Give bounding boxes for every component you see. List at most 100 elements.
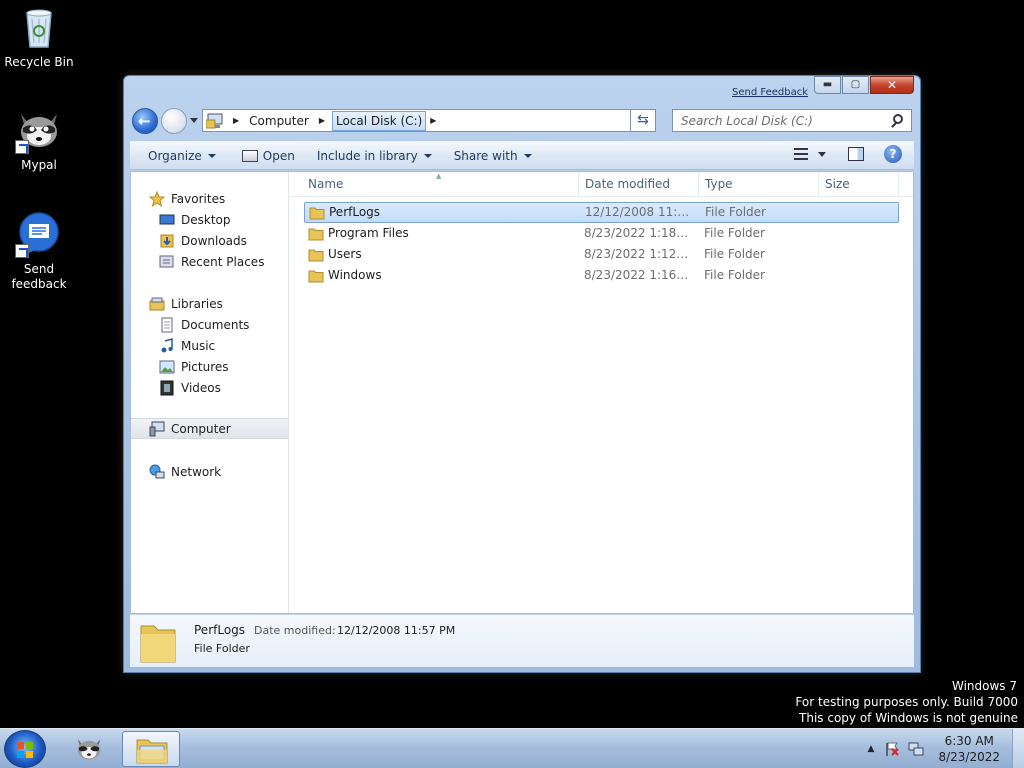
taskbar-windows-explorer[interactable] bbox=[122, 731, 180, 767]
pictures-icon bbox=[159, 359, 175, 375]
computer-icon bbox=[149, 421, 165, 437]
help-button[interactable]: ? bbox=[884, 145, 902, 163]
open-label: Open bbox=[262, 148, 295, 163]
action-center-flag-icon[interactable] bbox=[884, 741, 900, 757]
chevron-down-icon bbox=[423, 153, 432, 158]
taskbar: ▲ 6:30 AM 8/23/2022 bbox=[0, 728, 1024, 768]
file-row-perflogs[interactable]: PerfLogs 12/12/2008 11:57 ... File Folde… bbox=[304, 202, 899, 223]
nav-music[interactable]: Music bbox=[131, 335, 288, 356]
preview-pane-button[interactable] bbox=[848, 147, 864, 161]
folder-icon bbox=[309, 206, 325, 223]
nav-label: Pictures bbox=[181, 359, 229, 374]
nav-favorites[interactable]: Favorites bbox=[131, 188, 288, 209]
show-desktop-button[interactable] bbox=[1012, 729, 1024, 768]
nav-label: Desktop bbox=[181, 212, 231, 227]
nav-network[interactable]: Network bbox=[131, 461, 288, 482]
details-date-value: 12/12/2008 11:57 PM bbox=[337, 624, 456, 637]
column-header-size[interactable]: Size bbox=[819, 172, 899, 197]
file-date: 8/23/2022 1:12 PM bbox=[584, 247, 692, 261]
desktop-icon-mypal[interactable]: Mypal bbox=[0, 106, 78, 173]
star-icon bbox=[148, 190, 166, 207]
nav-pictures[interactable]: Pictures bbox=[131, 356, 288, 377]
breadcrumb-separator-icon[interactable]: ▶ bbox=[233, 116, 239, 125]
desktop-icon-label: Send feedback bbox=[11, 262, 67, 291]
desktop-icon bbox=[159, 212, 175, 228]
file-row-users[interactable]: Users 8/23/2022 1:12 PM File Folder bbox=[304, 245, 899, 266]
navigation-pane: Favorites Desktop Downloads Recent Place… bbox=[131, 172, 289, 613]
folder-icon bbox=[308, 248, 324, 265]
shortcut-arrow-icon bbox=[15, 140, 29, 154]
open-button[interactable]: Open bbox=[236, 145, 301, 167]
windows-logo-icon bbox=[17, 742, 34, 758]
downloads-icon bbox=[159, 233, 175, 249]
nav-libraries[interactable]: Libraries bbox=[131, 293, 288, 314]
breadcrumb-local-disk[interactable]: Local Disk (C:) bbox=[331, 110, 427, 131]
nav-label: Videos bbox=[181, 380, 221, 395]
details-type: File Folder bbox=[194, 642, 250, 655]
recycle-bin-icon bbox=[15, 3, 63, 51]
sort-ascending-icon: ▲ bbox=[436, 172, 442, 180]
change-view-button[interactable] bbox=[794, 147, 814, 161]
include-in-library-button[interactable]: Include in library bbox=[311, 145, 438, 167]
file-date: 12/12/2008 11:57 ... bbox=[585, 205, 693, 219]
recent-pages-dropdown[interactable] bbox=[190, 118, 198, 123]
nav-label: Libraries bbox=[171, 296, 223, 311]
column-header-row: Name ▲ Date modified Type Size bbox=[290, 172, 913, 197]
search-box[interactable] bbox=[672, 109, 912, 132]
start-button[interactable] bbox=[4, 730, 46, 768]
documents-icon bbox=[159, 317, 175, 333]
column-header-date-modified[interactable]: Date modified bbox=[579, 172, 699, 197]
address-bar[interactable]: ▶ Computer ▶ Local Disk (C:) ▶ bbox=[202, 109, 656, 132]
refresh-icon: ⇆ bbox=[637, 112, 649, 128]
system-tray: ▲ 6:30 AM 8/23/2022 bbox=[868, 729, 1024, 768]
nav-computer[interactable]: Computer bbox=[131, 418, 288, 439]
mypal-raccoon-icon bbox=[15, 106, 63, 154]
breadcrumb-separator-icon[interactable]: ▶ bbox=[430, 116, 436, 125]
content-area: Favorites Desktop Downloads Recent Place… bbox=[130, 171, 914, 614]
nav-label: Documents bbox=[181, 317, 250, 332]
nav-desktop[interactable]: Desktop bbox=[131, 209, 288, 230]
show-hidden-icons-button[interactable]: ▲ bbox=[868, 744, 875, 754]
nav-label: Recent Places bbox=[181, 254, 265, 269]
minimize-button[interactable]: ▬ bbox=[814, 76, 841, 94]
desktop-icon-send-feedback[interactable]: Send feedback bbox=[0, 210, 78, 292]
file-row-program-files[interactable]: Program Files 8/23/2022 1:18 PM File Fol… bbox=[304, 224, 899, 245]
file-type: File Folder bbox=[704, 268, 765, 282]
close-button[interactable]: ✕ bbox=[870, 76, 914, 94]
breadcrumb-separator-icon[interactable]: ▶ bbox=[319, 116, 325, 125]
organize-label: Organize bbox=[148, 148, 202, 163]
view-options-chevron-down-icon[interactable] bbox=[818, 151, 826, 157]
column-header-type[interactable]: Type bbox=[699, 172, 819, 197]
clock[interactable]: 6:30 AM 8/23/2022 bbox=[938, 733, 1000, 765]
minimize-icon: ▬ bbox=[822, 79, 833, 90]
search-icon[interactable] bbox=[893, 114, 903, 124]
chevron-down-icon bbox=[207, 153, 216, 158]
watermark-line-2: For testing purposes only. Build 7000 bbox=[795, 695, 1018, 709]
file-name: Users bbox=[328, 247, 362, 261]
nav-downloads[interactable]: Downloads bbox=[131, 230, 288, 251]
windows-watermark: Windows 7 For testing purposes only. Bui… bbox=[795, 678, 1018, 726]
forward-button[interactable] bbox=[161, 108, 187, 134]
share-with-button[interactable]: Share with bbox=[448, 145, 538, 167]
back-arrow-icon: ← bbox=[138, 112, 151, 130]
file-type: File Folder bbox=[705, 205, 766, 219]
refresh-button[interactable]: ⇆ bbox=[630, 109, 656, 132]
nav-label: Music bbox=[181, 338, 216, 353]
maximize-button[interactable]: ▢ bbox=[842, 76, 869, 94]
mypal-raccoon-icon bbox=[77, 739, 101, 760]
breadcrumb-computer[interactable]: Computer bbox=[246, 112, 312, 130]
back-button[interactable]: ← bbox=[132, 108, 158, 134]
network-status-icon[interactable] bbox=[908, 741, 924, 757]
desktop-icon-recycle-bin[interactable]: Recycle Bin bbox=[0, 3, 78, 70]
nav-documents[interactable]: Documents bbox=[131, 314, 288, 335]
search-input[interactable] bbox=[673, 110, 873, 131]
nav-videos[interactable]: Videos bbox=[131, 377, 288, 398]
nav-recent-places[interactable]: Recent Places bbox=[131, 251, 288, 272]
file-date: 8/23/2022 1:16 PM bbox=[584, 268, 692, 282]
file-row-windows[interactable]: Windows 8/23/2022 1:16 PM File Folder bbox=[304, 266, 899, 287]
organize-button[interactable]: Organize bbox=[142, 145, 222, 167]
taskbar-mypal[interactable] bbox=[60, 731, 118, 767]
details-name: PerfLogs bbox=[194, 623, 246, 637]
watermark-line-1: Windows 7 bbox=[951, 679, 1017, 693]
send-feedback-link[interactable]: Send Feedback bbox=[732, 87, 808, 98]
